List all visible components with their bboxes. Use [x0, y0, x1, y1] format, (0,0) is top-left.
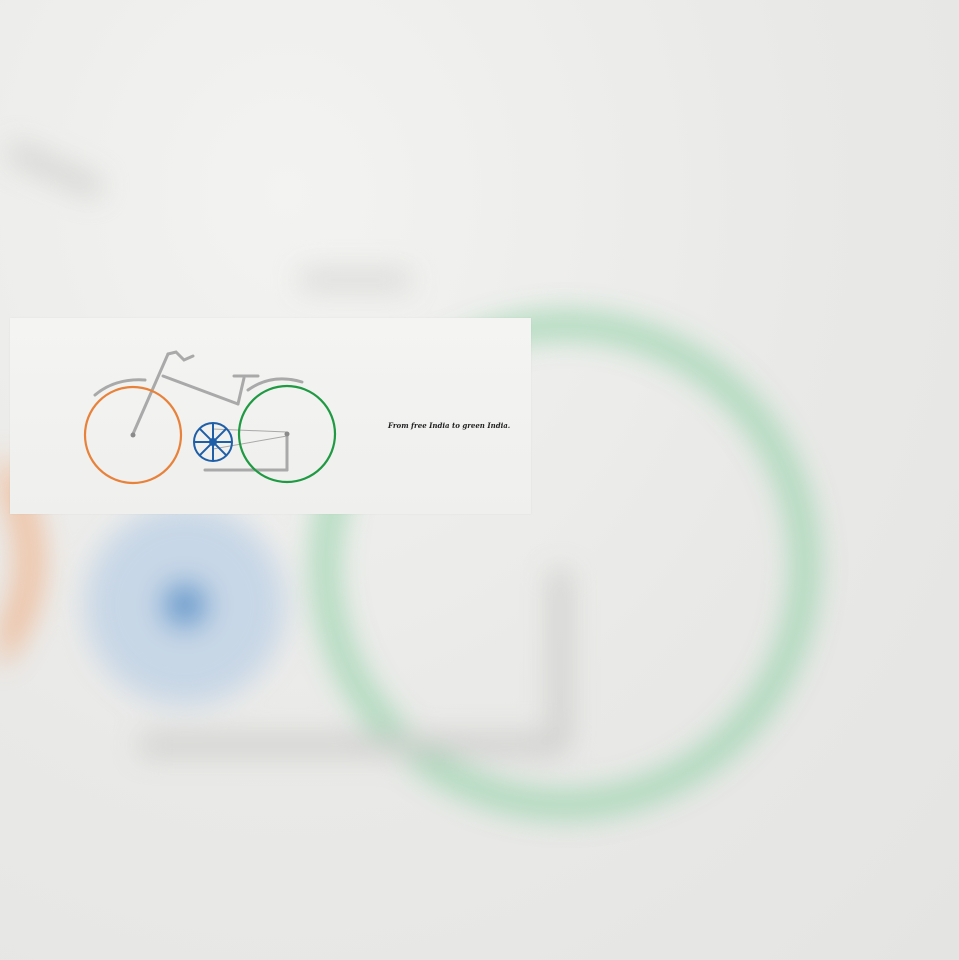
handlebar: [166, 350, 195, 362]
poster-card: From free India to green India.: [10, 318, 531, 514]
rear-hub: [284, 431, 290, 437]
blurred-handle: [5, 140, 105, 200]
front-hub: [130, 432, 136, 438]
blurred-chakra-hub: [163, 583, 207, 627]
poster-tagline: From free India to green India.: [388, 421, 511, 430]
top-tube: [161, 374, 240, 406]
blurred-seat: [300, 270, 410, 290]
down-tube: [236, 376, 246, 406]
bicycle-frame: [93, 350, 304, 472]
bicycle-illustration: [83, 350, 337, 485]
photo-stage: From free India to green India.: [0, 0, 959, 960]
ashoka-chakra-icon: [193, 422, 233, 462]
fork: [131, 352, 170, 436]
